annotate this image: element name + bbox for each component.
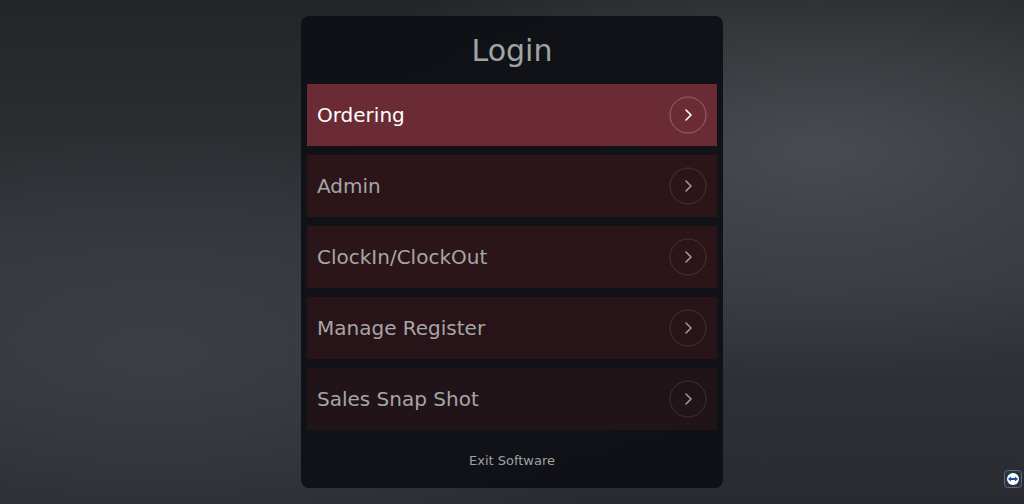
footer: Exit Software	[307, 430, 717, 488]
menu-item[interactable]: Admin	[307, 155, 717, 217]
menu-item[interactable]: ClockIn/ClockOut	[307, 226, 717, 288]
menu-list: Ordering Admin ClockIn/ClockOut Manage Regi…	[307, 84, 717, 430]
chevron-right-icon	[669, 309, 707, 347]
menu-item[interactable]: Manage Register	[307, 297, 717, 359]
chevron-right-icon	[669, 380, 707, 418]
chevron-right-icon	[669, 167, 707, 205]
menu-item[interactable]: Sales Snap Shot	[307, 368, 717, 430]
chevron-right-icon	[669, 238, 707, 276]
login-screen: Login Ordering Admin ClockIn/ClockOut Manage…	[0, 0, 1024, 504]
remote-support-icon[interactable]	[1004, 470, 1022, 488]
login-panel: Login Ordering Admin ClockIn/ClockOut Manage…	[301, 16, 723, 488]
menu-item[interactable]: Ordering	[307, 84, 717, 146]
login-title: Login	[307, 16, 717, 84]
menu-item-label: Admin	[317, 174, 381, 198]
exit-software-link[interactable]: Exit Software	[469, 453, 555, 468]
menu-item-label: Ordering	[317, 103, 405, 127]
menu-item-label: ClockIn/ClockOut	[317, 245, 487, 269]
chevron-right-icon	[669, 96, 707, 134]
menu-item-label: Sales Snap Shot	[317, 387, 479, 411]
menu-item-label: Manage Register	[317, 316, 485, 340]
